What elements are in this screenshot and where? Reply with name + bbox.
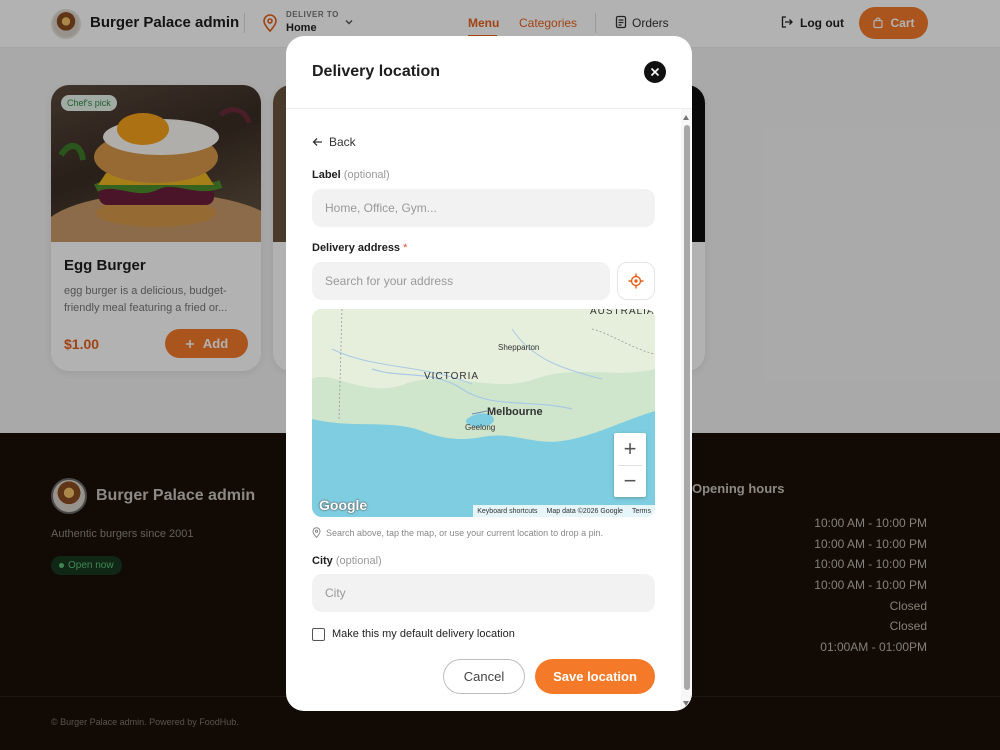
map-hint-text: Search above, tap the map, or use your c… bbox=[326, 527, 604, 538]
use-current-location-button[interactable] bbox=[617, 262, 655, 300]
close-icon bbox=[650, 67, 660, 77]
map-label-shepparton: Shepparton bbox=[498, 343, 540, 352]
modal-header: Delivery location bbox=[286, 36, 692, 109]
crosshair-icon bbox=[628, 273, 644, 289]
required-marker: * bbox=[403, 242, 408, 254]
scroll-down-arrow[interactable] bbox=[683, 701, 689, 706]
map-label-geelong: Geelong bbox=[465, 423, 496, 432]
scrollbar-thumb[interactable] bbox=[684, 125, 690, 690]
address-field-label: Delivery address * bbox=[312, 242, 407, 254]
map-label-act: AUSTRALIAN CAPITAL TERRITORY bbox=[590, 309, 655, 317]
map-label-victoria: VICTORIA bbox=[424, 371, 480, 382]
map-attribution: Keyboard shortcuts Map data ©2026 Google… bbox=[473, 505, 655, 517]
save-location-button[interactable]: Save location bbox=[535, 659, 655, 694]
zoom-in-button[interactable]: + bbox=[614, 433, 646, 465]
map-data-text: Map data ©2026 Google bbox=[546, 507, 623, 515]
cancel-button[interactable]: Cancel bbox=[443, 659, 525, 694]
map-hint: Search above, tap the map, or use your c… bbox=[312, 527, 603, 538]
arrow-left-icon bbox=[312, 138, 322, 146]
map-tiles bbox=[312, 309, 655, 517]
delivery-location-modal: Delivery location Back Label (optional) … bbox=[286, 36, 692, 711]
optional-text: (optional) bbox=[335, 555, 382, 567]
city-field-label: City (optional) bbox=[312, 555, 382, 567]
city-label-text: City bbox=[312, 555, 333, 567]
back-label: Back bbox=[329, 135, 356, 149]
back-button[interactable]: Back bbox=[312, 135, 356, 149]
scroll-up-arrow[interactable] bbox=[683, 115, 689, 120]
default-location-label[interactable]: Make this my default delivery location bbox=[332, 628, 515, 640]
label-text: Label bbox=[312, 169, 341, 181]
terms-link[interactable]: Terms bbox=[632, 508, 651, 515]
optional-text: (optional) bbox=[343, 169, 390, 181]
zoom-out-button[interactable]: − bbox=[614, 465, 646, 497]
default-location-checkbox[interactable] bbox=[312, 628, 325, 641]
label-field-label: Label (optional) bbox=[312, 169, 390, 181]
map-zoom-controls: + − bbox=[614, 433, 646, 497]
map-widget[interactable]: AUSTRALIAN CAPITAL TERRITORY Shepparton … bbox=[312, 309, 655, 517]
google-logo[interactable]: Google bbox=[319, 497, 367, 513]
keyboard-shortcuts-link[interactable]: Keyboard shortcuts bbox=[477, 508, 537, 515]
address-label-text: Delivery address bbox=[312, 242, 401, 254]
map-label-melbourne: Melbourne bbox=[487, 406, 543, 418]
label-input[interactable]: Home, Office, Gym... bbox=[312, 189, 655, 227]
pin-outline-icon bbox=[312, 527, 321, 538]
city-input[interactable]: City bbox=[312, 574, 655, 612]
address-search-input[interactable]: Search for your address bbox=[312, 262, 610, 300]
modal-title: Delivery location bbox=[312, 63, 441, 80]
modal-scrollbar[interactable] bbox=[681, 109, 692, 711]
close-button[interactable] bbox=[644, 61, 666, 83]
